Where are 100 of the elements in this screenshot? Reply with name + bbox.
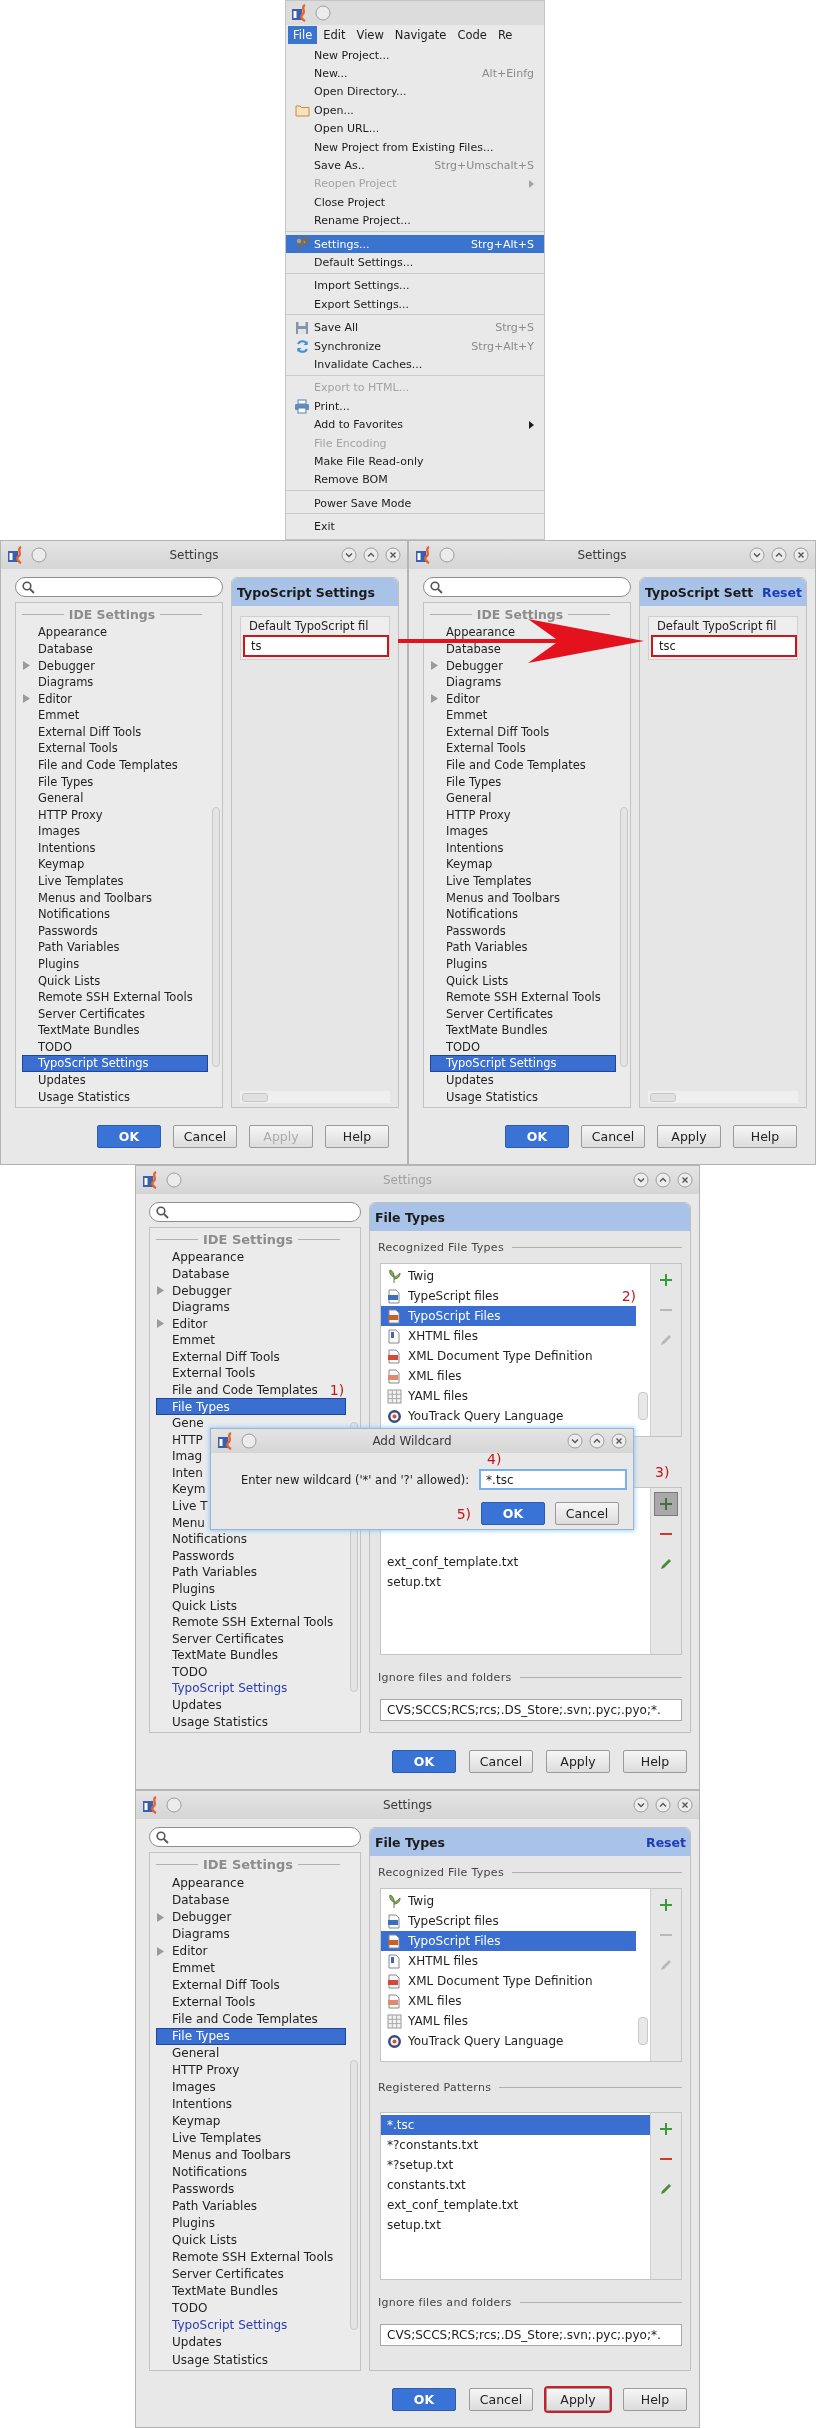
maximize-button[interactable] — [655, 1172, 671, 1188]
tree-item[interactable]: TypoScript Settings — [430, 1055, 616, 1072]
tree-item[interactable]: General — [22, 789, 88, 807]
tree-item[interactable]: Notifications — [430, 905, 522, 923]
tree-item[interactable]: Keym — [156, 1481, 210, 1498]
tree-item[interactable]: Remote SSH External Tools — [156, 2248, 338, 2266]
window-menu-button[interactable] — [241, 1433, 257, 1449]
tree-item[interactable]: Diagrams — [156, 1925, 234, 1943]
file-command[interactable]: Invalidate Caches... — [286, 355, 544, 374]
tree-item[interactable]: File Types — [156, 1398, 346, 1415]
file-type-item[interactable]: XML files — [381, 1366, 636, 1386]
ok-button[interactable]: OK — [481, 1502, 545, 1525]
tree-item[interactable]: File and Code Templates — [430, 756, 590, 774]
menu-bar-title[interactable]: Navigate — [389, 26, 452, 44]
tree-item[interactable]: HTTP Proxy — [156, 2061, 244, 2079]
tree-item[interactable]: TODO — [156, 2299, 212, 2317]
tree-item[interactable]: Passwords — [156, 1547, 239, 1565]
search-field[interactable] — [423, 577, 631, 597]
tree-item[interactable]: Appearance — [22, 624, 112, 641]
file-command[interactable]: Print... — [286, 397, 544, 416]
input-field[interactable]: CVS;SCCS;RCS;rcs;.DS_Store;.svn;.pyc;.pyo;*. — [380, 2324, 682, 2346]
dialog-button[interactable]: Apply — [546, 1749, 610, 1773]
dialog-button[interactable]: Cancel — [581, 1124, 645, 1148]
dialog-button[interactable]: Help — [623, 1749, 687, 1773]
tree-item[interactable]: Path Variables — [156, 2197, 261, 2215]
tree-item[interactable]: Passwords — [156, 2180, 239, 2198]
file-type-item[interactable]: TypoScript Files — [381, 1931, 636, 1951]
file-type-item[interactable]: TypeScript files — [381, 1911, 636, 1931]
close-button[interactable] — [611, 1433, 627, 1449]
file-command[interactable]: Default Settings... — [286, 253, 544, 272]
file-type-item[interactable]: YouTrack Query Language — [381, 1406, 636, 1426]
ok-button[interactable]: OK — [97, 1124, 161, 1148]
tree-item[interactable]: Notifications — [156, 1530, 252, 1548]
tree-item[interactable]: Database — [430, 640, 505, 658]
ok-button[interactable]: OK — [392, 2387, 456, 2411]
tree-item[interactable]: Notifications — [22, 905, 114, 923]
dialog-button[interactable]: Cancel — [555, 1502, 619, 1525]
dialog-button[interactable]: Cancel — [469, 1749, 533, 1773]
file-command[interactable]: Remove BOM — [286, 470, 544, 489]
file-command[interactable]: Exit — [286, 517, 544, 536]
tree-item[interactable]: File and Code Templates — [156, 1381, 322, 1399]
file-command[interactable]: Settings... Strg+Alt+S — [286, 234, 544, 254]
scrollbar[interactable] — [638, 2017, 648, 2045]
scrollbar[interactable] — [638, 1392, 648, 1420]
pattern-item[interactable]: *.tsc — [381, 2115, 650, 2135]
tree-item[interactable]: Keymap — [430, 856, 497, 873]
file-command[interactable]: Power Save Mode — [286, 494, 544, 513]
tree-item[interactable]: Usage Statistics — [156, 2351, 273, 2368]
tree-item[interactable]: File Types — [156, 2027, 346, 2045]
tree-item[interactable]: TypoScript Settings — [156, 2316, 292, 2334]
tree-item[interactable]: Intentions — [430, 839, 508, 857]
file-command[interactable]: New... Alt+Einfg — [286, 64, 544, 83]
tree-item[interactable]: Keymap — [156, 2112, 225, 2130]
file-type-item[interactable]: XHTML files — [381, 1951, 636, 1971]
pattern-item[interactable]: constants.txt — [381, 2175, 650, 2195]
menu-bar-title[interactable]: File — [288, 26, 318, 44]
tree-item[interactable]: Live Templates — [430, 872, 536, 890]
file-type-item[interactable]: XML Document Type Definition — [381, 1971, 636, 1991]
tree-item[interactable]: Diagrams — [430, 673, 506, 691]
file-command[interactable]: Save As.. Strg+Umschalt+S — [286, 156, 544, 175]
tree-item[interactable]: Appearance — [430, 624, 520, 641]
pattern-item[interactable]: ext_conf_template.txt — [381, 2195, 650, 2215]
search-field[interactable] — [15, 577, 223, 597]
tree-item[interactable]: Remote SSH External Tools — [156, 1613, 338, 1631]
tree-item[interactable]: Appearance — [156, 1249, 249, 1266]
tree-item[interactable]: General — [156, 2044, 224, 2062]
tree-item[interactable]: Quick Lists — [156, 2231, 241, 2249]
tree-item[interactable]: TextMate Bundles — [430, 1021, 552, 1039]
file-command[interactable]: Open Directory... — [286, 82, 544, 102]
reset-link[interactable]: Reset — [646, 1834, 686, 1850]
tree-item[interactable]: Server Certificates — [22, 1005, 150, 1022]
file-type-item[interactable]: TypeScript files — [381, 1286, 622, 1306]
file-command[interactable]: Open... — [286, 101, 544, 120]
file-command[interactable]: Export Settings... — [286, 295, 544, 314]
dialog-button[interactable]: Cancel — [469, 2387, 533, 2411]
file-type-item[interactable]: YAML files — [381, 2011, 636, 2031]
menu-bar-title[interactable]: Code — [452, 26, 492, 44]
tree-item[interactable]: Menu — [156, 1514, 209, 1531]
input-field[interactable]: tsc — [651, 635, 797, 657]
tree-item[interactable]: Path Variables — [430, 939, 532, 956]
tree-item[interactable]: Passwords — [430, 922, 510, 940]
file-type-item[interactable]: TypoScript Files — [381, 1306, 636, 1326]
tree-item[interactable]: Usage Statistics — [22, 1088, 135, 1105]
tree-item[interactable]: TextMate Bundles — [156, 2282, 282, 2300]
dialog-button[interactable]: Help — [623, 2387, 687, 2411]
tree-item[interactable]: External Diff Tools — [430, 723, 554, 741]
tree-item[interactable]: Updates — [22, 1071, 90, 1089]
maximize-button[interactable] — [363, 547, 379, 563]
dialog-button[interactable]: Help — [733, 1124, 797, 1148]
tree-item[interactable]: Server Certificates — [156, 1630, 288, 1647]
dialog-button[interactable]: Apply — [546, 2387, 610, 2411]
horizontal-scrollbar[interactable] — [648, 1091, 798, 1103]
tree-item[interactable]: Database — [156, 1265, 234, 1283]
tree-item[interactable]: TODO — [22, 1038, 76, 1056]
tree-item[interactable]: Debugger — [156, 1908, 236, 1926]
tree-item[interactable]: Images — [156, 2078, 220, 2096]
tree-item[interactable]: Images — [430, 823, 492, 840]
tree-item[interactable]: Appearance — [156, 1874, 249, 1892]
file-type-item[interactable]: Twig — [381, 1266, 636, 1286]
tree-item[interactable]: Diagrams — [22, 673, 98, 691]
